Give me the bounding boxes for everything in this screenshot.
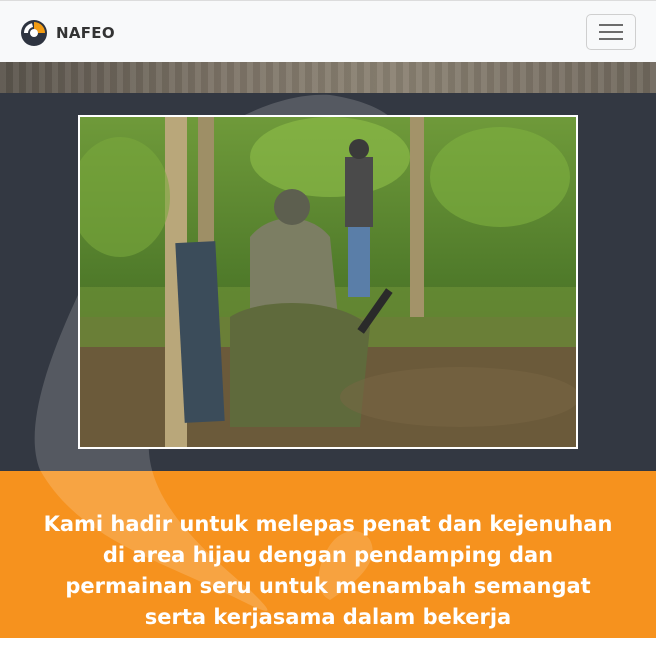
navbar: NAFEO (0, 0, 656, 62)
hero-photo (78, 115, 578, 449)
hero-background-strip (0, 62, 656, 93)
brand-name: NAFEO (56, 24, 115, 42)
brand-link[interactable]: NAFEO (20, 18, 115, 48)
hero-tagline: Kami hadir untuk melepas penat dan kejen… (43, 512, 613, 629)
hamburger-menu-icon (599, 24, 623, 40)
nafeo-logo-icon (21, 20, 47, 46)
page-bottom-spacer (0, 638, 656, 647)
photo-image (80, 117, 576, 447)
menu-toggle-button[interactable] (586, 14, 636, 50)
